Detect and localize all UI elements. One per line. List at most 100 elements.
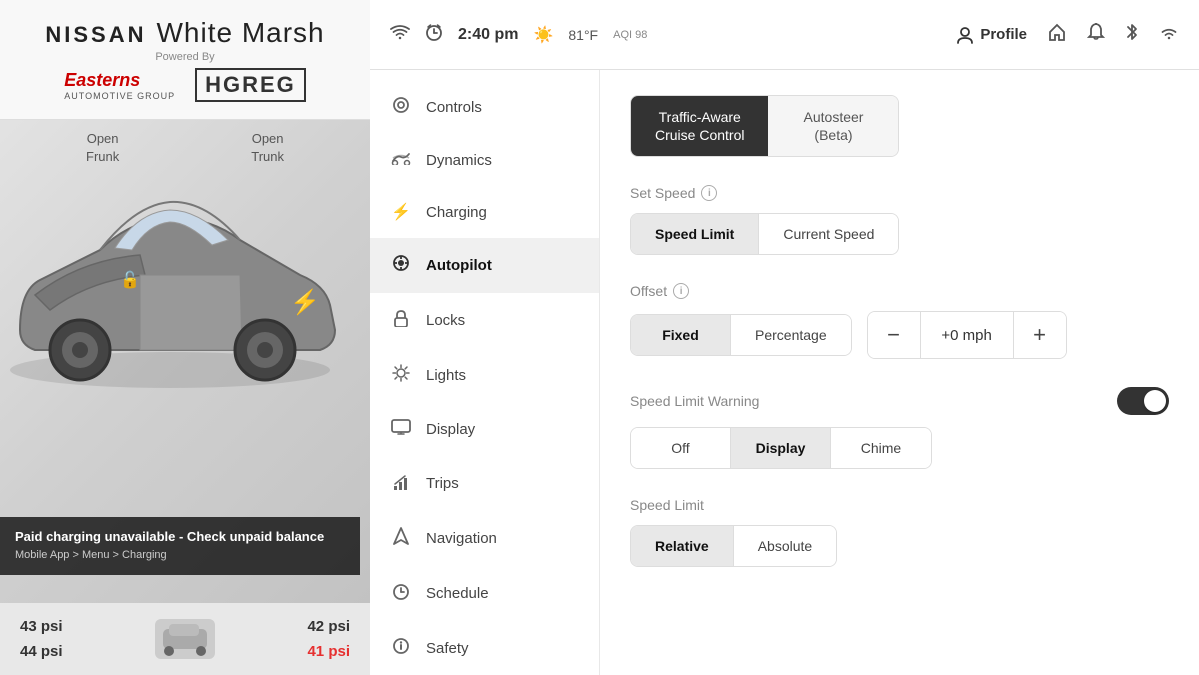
speed-limit-warning-toggle[interactable] (1117, 387, 1169, 415)
aqi-display: AQI 98 (613, 29, 647, 41)
offset-title: Offset i (630, 283, 1169, 299)
dealer-logos: Easterns AUTOMOTIVE GROUP HGREG (64, 68, 306, 102)
sidebar-item-lights[interactable]: Lights (370, 348, 599, 403)
charging-warning: Paid charging unavailable - Check unpaid… (0, 517, 360, 575)
car-image: ⚡ 🔓 (0, 130, 360, 470)
autopilot-panel: Traffic-AwareCruise Control Autosteer(Be… (600, 70, 1199, 675)
fixed-btn[interactable]: Fixed (631, 315, 731, 355)
sidebar: Controls Dynamics ⚡ Charging (370, 70, 600, 675)
controls-icon (390, 96, 412, 119)
display-icon (390, 419, 412, 440)
absolute-btn[interactable]: Absolute (734, 526, 836, 566)
set-speed-title: Set Speed i (630, 185, 1169, 201)
slw-off-btn[interactable]: Off (631, 428, 731, 468)
wifi-header-icon[interactable] (1159, 24, 1179, 45)
sidebar-item-locks[interactable]: Locks (370, 293, 599, 348)
offset-info-icon[interactable]: i (673, 283, 689, 299)
relative-btn[interactable]: Relative (631, 526, 734, 566)
lights-icon (390, 364, 412, 387)
set-speed-info-icon[interactable]: i (701, 185, 717, 201)
front-right-pressure: 42 psi (307, 618, 350, 635)
speed-limit-btn-group: Relative Absolute (630, 525, 837, 567)
toggle-knob (1144, 390, 1166, 412)
white-marsh-label: White Marsh (156, 17, 324, 49)
svg-text:🔓: 🔓 (120, 270, 140, 289)
charging-warning-sub: Mobile App > Menu > Charging (15, 547, 345, 565)
hgreg-logo: HGREG (195, 68, 306, 102)
svg-text:⚡: ⚡ (290, 288, 320, 316)
sidebar-autopilot-label: Autopilot (426, 257, 492, 274)
sidebar-item-trips[interactable]: Trips (370, 456, 599, 511)
tab-autosteer[interactable]: Autosteer(Beta) (768, 96, 898, 156)
autopilot-icon (390, 254, 412, 277)
front-left-pressure: 43 psi (20, 618, 63, 635)
sidebar-item-charging[interactable]: ⚡ Charging (370, 186, 599, 238)
sidebar-item-controls[interactable]: Controls (370, 80, 599, 135)
offset-section: Offset i Fixed Percentage − +0 mph + (630, 283, 1169, 359)
easterns-sub: AUTOMOTIVE GROUP (64, 91, 175, 101)
sidebar-display-label: Display (426, 421, 475, 438)
charging-warning-title: Paid charging unavailable - Check unpaid… (15, 527, 345, 548)
charging-icon: ⚡ (390, 202, 412, 222)
bluetooth-icon[interactable] (1125, 22, 1139, 47)
sidebar-charging-label: Charging (426, 204, 487, 221)
time-display: 2:40 pm (458, 26, 518, 44)
autopilot-tab-switcher: Traffic-AwareCruise Control Autosteer(Be… (630, 95, 899, 157)
slw-chime-btn[interactable]: Chime (831, 428, 931, 468)
speed-limit-warning-title: Speed Limit Warning (630, 393, 759, 409)
easterns-logo: Easterns (64, 70, 175, 91)
alarm-icon (425, 23, 443, 46)
sidebar-item-display[interactable]: Display (370, 403, 599, 456)
profile-label: Profile (980, 26, 1027, 43)
speed-limit-warning-btn-group: Off Display Chime (630, 427, 932, 469)
sidebar-dynamics-label: Dynamics (426, 152, 492, 169)
sidebar-item-dynamics[interactable]: Dynamics (370, 135, 599, 186)
profile-button[interactable]: Profile (956, 26, 1027, 44)
background-panel: NISSAN White Marsh Powered By Easterns A… (0, 0, 370, 675)
set-speed-btn-group: Speed Limit Current Speed (630, 213, 899, 255)
speed-limit-btn[interactable]: Speed Limit (631, 214, 759, 254)
dynamics-icon (390, 151, 412, 170)
schedule-icon (390, 582, 412, 605)
wifi-icon (390, 24, 410, 45)
trips-icon (390, 472, 412, 495)
speed-limit-title: Speed Limit (630, 497, 1169, 513)
offset-value: +0 mph (920, 312, 1014, 358)
sidebar-controls-label: Controls (426, 99, 482, 116)
navigation-icon (390, 527, 412, 550)
powered-by-label: Powered By (155, 51, 214, 63)
rear-left-pressure: 44 psi (20, 643, 63, 660)
offset-plus-btn[interactable]: + (1014, 312, 1066, 358)
speed-limit-warning-section: Speed Limit Warning Off Display Chime (630, 387, 1169, 469)
speed-limit-section: Speed Limit Relative Absolute (630, 497, 1169, 567)
sidebar-item-navigation[interactable]: Navigation (370, 511, 599, 566)
locks-icon (390, 309, 412, 332)
weather-icon: ☀️ (533, 25, 553, 45)
safety-icon (390, 637, 412, 660)
sidebar-lights-label: Lights (426, 367, 466, 384)
sidebar-trips-label: Trips (426, 475, 459, 492)
current-speed-btn[interactable]: Current Speed (759, 214, 898, 254)
home-icon[interactable] (1047, 22, 1067, 47)
nissan-logo: NISSAN (45, 22, 146, 48)
offset-btn-group: Fixed Percentage (630, 314, 852, 356)
main-content: Controls Dynamics ⚡ Charging (370, 70, 1199, 675)
tire-car-icon (155, 619, 215, 659)
sidebar-item-safety[interactable]: Safety (370, 621, 599, 675)
header-left: 2:40 pm ☀️ 81°F AQI 98 (390, 23, 647, 46)
rear-right-pressure: 41 psi (307, 643, 350, 660)
dealer-top-bar: NISSAN White Marsh Powered By Easterns A… (0, 0, 370, 120)
sidebar-safety-label: Safety (426, 640, 469, 657)
sidebar-locks-label: Locks (426, 312, 465, 329)
tab-tacc[interactable]: Traffic-AwareCruise Control (631, 96, 768, 156)
sidebar-item-schedule[interactable]: Schedule (370, 566, 599, 621)
slw-display-btn[interactable]: Display (731, 428, 831, 468)
offset-stepper: − +0 mph + (867, 311, 1067, 359)
bell-icon[interactable] (1087, 22, 1105, 47)
percentage-btn[interactable]: Percentage (731, 315, 851, 355)
sidebar-navigation-label: Navigation (426, 530, 497, 547)
sidebar-item-autopilot[interactable]: Autopilot (370, 238, 599, 293)
header-right: Profile (956, 22, 1179, 47)
offset-minus-btn[interactable]: − (868, 312, 920, 358)
tesla-ui: 2:40 pm ☀️ 81°F AQI 98 Profile (370, 0, 1199, 675)
